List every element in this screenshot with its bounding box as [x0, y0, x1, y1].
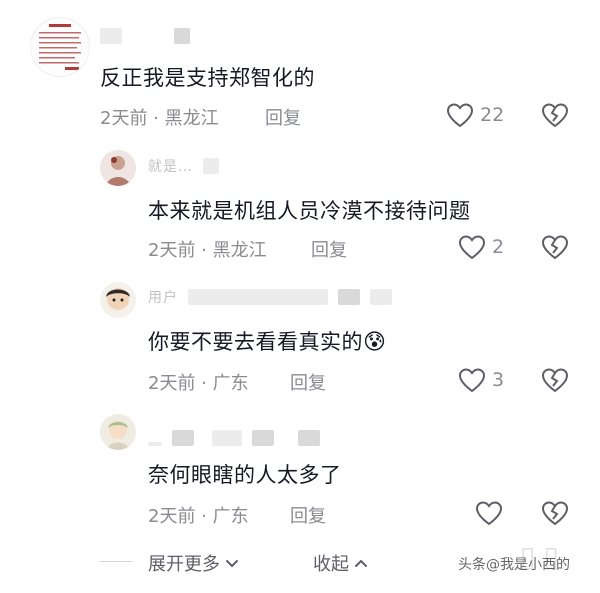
comment-meta: 2天前 · 黑龙江	[148, 236, 267, 262]
redacted-block	[203, 158, 219, 174]
comment-text-content: 你要不要去看看真实的	[148, 330, 363, 354]
comment-meta: 2天前 · 黑龙江	[100, 104, 219, 130]
heart-icon	[458, 235, 486, 260]
comment-text: 你要不要去看看真实的😰	[148, 326, 386, 356]
expand-more-label: 展开更多	[148, 554, 220, 575]
redacted-block	[252, 430, 274, 446]
username-redacted[interactable]: 用户	[148, 289, 392, 306]
avatar[interactable]	[30, 17, 90, 77]
like-button[interactable]: 2	[458, 234, 504, 260]
avatar[interactable]	[100, 414, 136, 450]
reply-button[interactable]: 回复	[290, 369, 326, 395]
meta-separator: ·	[201, 506, 207, 527]
avatar-image-icon	[100, 282, 136, 318]
like-count: 22	[480, 104, 505, 126]
broken-heart-icon	[541, 501, 569, 526]
dislike-button[interactable]	[541, 102, 569, 132]
redacted-block	[148, 442, 162, 446]
divider	[100, 561, 132, 562]
username-redacted[interactable]: 就是…	[148, 158, 219, 175]
redacted-block	[174, 28, 190, 44]
comment-location: 广东	[212, 506, 249, 527]
like-count: 3	[492, 369, 505, 391]
meta-separator: ·	[201, 373, 207, 394]
like-count: 2	[492, 236, 505, 258]
collapse-button[interactable]: 收起	[313, 550, 369, 576]
redacted-block	[212, 430, 242, 446]
meta-separator: ·	[201, 240, 207, 261]
comment-text: 奈何眼瞎的人太多了	[148, 463, 342, 487]
comment-location: 黑龙江	[212, 240, 267, 261]
dislike-button[interactable]	[541, 367, 569, 397]
redacted-block	[172, 430, 194, 446]
redacted-block	[298, 430, 320, 446]
comment-time: 2天前	[148, 373, 196, 394]
like-button[interactable]: 3	[458, 367, 504, 393]
comment-text: 反正我是支持郑智化的	[100, 66, 315, 90]
avatar[interactable]	[100, 282, 136, 318]
heart-icon	[446, 103, 474, 128]
crying-face-emoji: 😰	[363, 330, 387, 355]
avatar-image-icon	[31, 18, 89, 76]
redacted-block	[338, 289, 360, 305]
avatar[interactable]	[100, 150, 136, 186]
comment-meta: 2天前 · 广东	[148, 502, 249, 528]
avatar-image-icon	[100, 414, 136, 450]
reply-button[interactable]: 回复	[311, 236, 347, 262]
dislike-button[interactable]	[541, 234, 569, 264]
collapse-label: 收起	[313, 554, 349, 575]
comment-text: 本来就是机组人员冷漠不接待问题	[148, 199, 471, 223]
username-redacted[interactable]	[148, 430, 320, 446]
comments-footer: 展开更多 收起 ▯▯ 头条@我是小西的	[0, 540, 600, 584]
heart-icon	[458, 368, 486, 393]
comment-meta: 2天前 · 广东	[148, 369, 249, 395]
broken-heart-icon	[541, 368, 569, 393]
broken-heart-icon	[541, 103, 569, 128]
heart-icon	[475, 501, 503, 526]
comment-time: 2天前	[148, 240, 196, 261]
broken-heart-icon	[541, 235, 569, 260]
username-redacted[interactable]	[100, 28, 190, 44]
dislike-button[interactable]	[541, 500, 569, 530]
chevron-down-icon	[226, 560, 238, 568]
username-partial: 用户	[148, 290, 178, 306]
reply-button[interactable]: 回复	[290, 502, 326, 528]
username-partial: 就是…	[148, 159, 193, 175]
comment-time: 2天前	[100, 108, 148, 129]
comment-time: 2天前	[148, 506, 196, 527]
chevron-up-icon	[355, 559, 367, 567]
comment-location: 黑龙江	[164, 108, 219, 129]
watermark-text: 头条@我是小西的	[458, 557, 570, 573]
like-button[interactable]	[475, 500, 509, 526]
avatar-image-icon	[100, 150, 136, 186]
expand-more-button[interactable]: 展开更多	[148, 550, 240, 576]
meta-separator: ·	[153, 108, 159, 129]
like-button[interactable]: 22	[446, 102, 504, 128]
redacted-block	[188, 289, 328, 305]
reply-button[interactable]: 回复	[265, 104, 301, 130]
comment-location: 广东	[212, 373, 249, 394]
redacted-block	[370, 289, 392, 305]
redacted-block	[100, 28, 122, 44]
